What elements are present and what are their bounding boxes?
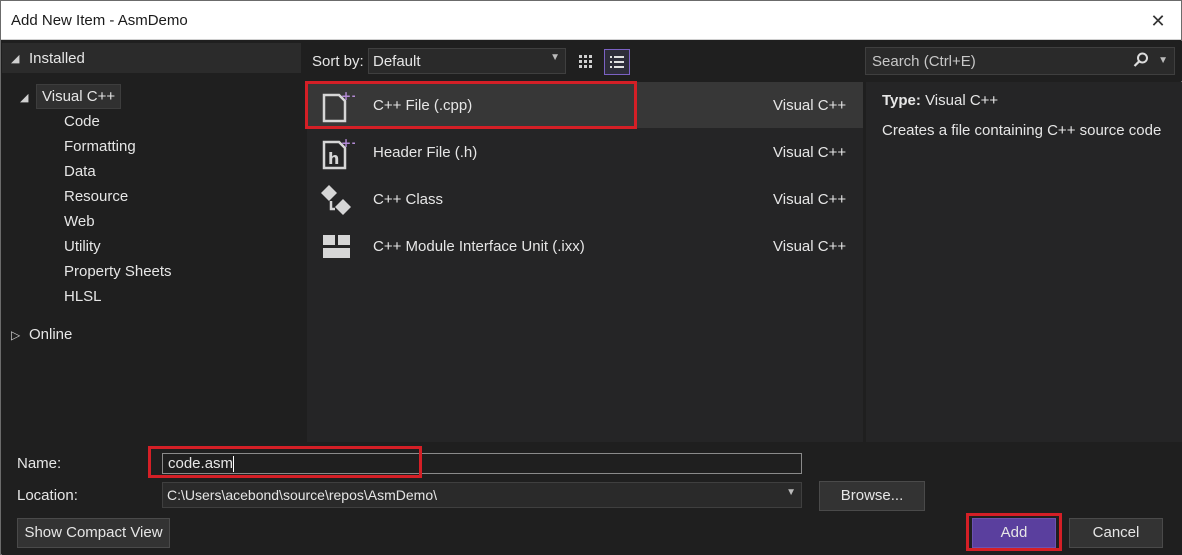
template-language: Visual C++ bbox=[773, 238, 847, 255]
name-label: Name: bbox=[17, 455, 62, 472]
template-language: Visual C++ bbox=[773, 144, 847, 161]
toolbar: Sort by: Default ▼ Search (Ctrl+E) ▼ bbox=[302, 41, 1182, 81]
list-item-cpp-file[interactable]: ++ C++ File (.cpp) Visual C++ bbox=[307, 82, 863, 128]
tree-item-property-sheets[interactable]: Property Sheets bbox=[64, 263, 172, 280]
template-name: C++ Class bbox=[373, 191, 444, 208]
search-icon[interactable] bbox=[1132, 51, 1150, 74]
sort-by-value: Default bbox=[373, 53, 421, 70]
chevron-down-icon[interactable]: ▼ bbox=[1158, 55, 1168, 66]
type-value: Visual C++ bbox=[925, 92, 999, 109]
template-name: Header File (.h) bbox=[373, 144, 478, 161]
list-item-header-file[interactable]: h ++ Header File (.h) Visual C++ bbox=[307, 129, 863, 175]
list-item-cpp-class[interactable]: C++ Class Visual C++ bbox=[307, 176, 863, 222]
installed-label: Installed bbox=[29, 50, 85, 67]
search-placeholder: Search (Ctrl+E) bbox=[872, 53, 976, 70]
description-text: Creates a file containing C++ source cod… bbox=[882, 122, 1162, 139]
add-new-item-dialog: Add New Item - AsmDemo ✕ ◢ Installed ◢ V… bbox=[0, 0, 1182, 555]
type-line: Type: Visual C++ bbox=[882, 92, 998, 109]
tree-item-web[interactable]: Web bbox=[64, 213, 95, 230]
chevron-down-icon: ▼ bbox=[550, 52, 560, 63]
template-language: Visual C++ bbox=[773, 97, 847, 114]
cpp-class-icon bbox=[319, 182, 355, 218]
location-value: C:\Users\acebond\source\repos\AsmDemo\ bbox=[167, 487, 437, 503]
location-dropdown[interactable]: C:\Users\acebond\source\repos\AsmDemo\ ▼ bbox=[162, 482, 802, 508]
list-view-icon[interactable] bbox=[604, 49, 630, 75]
text-cursor bbox=[233, 456, 235, 473]
list-item-module-unit[interactable]: C++ Module Interface Unit (.ixx) Visual … bbox=[307, 223, 863, 269]
tree-item-data[interactable]: Data bbox=[64, 163, 96, 180]
title-bar: Add New Item - AsmDemo ✕ bbox=[1, 1, 1181, 40]
tree-item-resource[interactable]: Resource bbox=[64, 188, 128, 205]
header-file-icon: h ++ bbox=[319, 135, 361, 171]
tree-item-hlsl[interactable]: HLSL bbox=[64, 288, 102, 305]
template-language: Visual C++ bbox=[773, 191, 847, 208]
template-list: ++ C++ File (.cpp) Visual C++ h ++ Heade… bbox=[307, 82, 863, 442]
sort-by-dropdown[interactable]: Default ▼ bbox=[368, 48, 566, 74]
form-area: Name: code.asm Location: C:\Users\acebon… bbox=[2, 442, 1182, 555]
tree-section-installed[interactable]: ◢ Installed bbox=[2, 43, 301, 73]
category-tree: ◢ Installed ◢ Visual C++ Code Formatting… bbox=[2, 41, 301, 441]
svg-text:++: ++ bbox=[341, 89, 355, 103]
svg-text:++: ++ bbox=[341, 136, 355, 150]
search-input[interactable]: Search (Ctrl+E) ▼ bbox=[865, 47, 1175, 75]
window-title: Add New Item - AsmDemo bbox=[11, 12, 188, 29]
tree-item-code[interactable]: Code bbox=[64, 113, 100, 130]
chevron-down-icon: ▼ bbox=[786, 487, 796, 498]
name-field[interactable]: code.asm bbox=[162, 453, 802, 474]
tree-item-formatting[interactable]: Formatting bbox=[64, 138, 136, 155]
type-label: Type: bbox=[882, 92, 921, 109]
tree-item-visual-cpp[interactable]: Visual C++ bbox=[36, 84, 122, 109]
expanded-triangle-icon[interactable]: ◢ bbox=[11, 52, 19, 65]
template-name: C++ File (.cpp) bbox=[373, 97, 473, 114]
description-panel: Type: Visual C++ Creates a file containi… bbox=[866, 82, 1182, 442]
tree-item-utility[interactable]: Utility bbox=[64, 238, 101, 255]
location-label: Location: bbox=[17, 487, 78, 504]
visual-cpp-label: Visual C++ bbox=[42, 88, 116, 105]
cpp-file-icon: ++ bbox=[319, 88, 361, 124]
cancel-button[interactable]: Cancel bbox=[1069, 518, 1163, 548]
sort-by-label: Sort by: bbox=[312, 53, 364, 70]
grid-view-icon[interactable] bbox=[573, 49, 599, 75]
show-compact-view-button[interactable]: Show Compact View bbox=[17, 518, 170, 548]
collapsed-triangle-icon[interactable]: ▷ bbox=[11, 328, 20, 342]
expanded-triangle-icon[interactable]: ◢ bbox=[20, 91, 28, 104]
svg-text:h: h bbox=[328, 149, 339, 168]
add-button[interactable]: Add bbox=[972, 518, 1056, 548]
tree-section-online[interactable]: Online bbox=[29, 326, 72, 343]
template-name: C++ Module Interface Unit (.ixx) bbox=[373, 238, 585, 255]
close-icon[interactable]: ✕ bbox=[1145, 8, 1171, 34]
name-value: code.asm bbox=[168, 455, 234, 472]
module-unit-icon bbox=[319, 229, 355, 265]
browse-button[interactable]: Browse... bbox=[819, 481, 925, 511]
